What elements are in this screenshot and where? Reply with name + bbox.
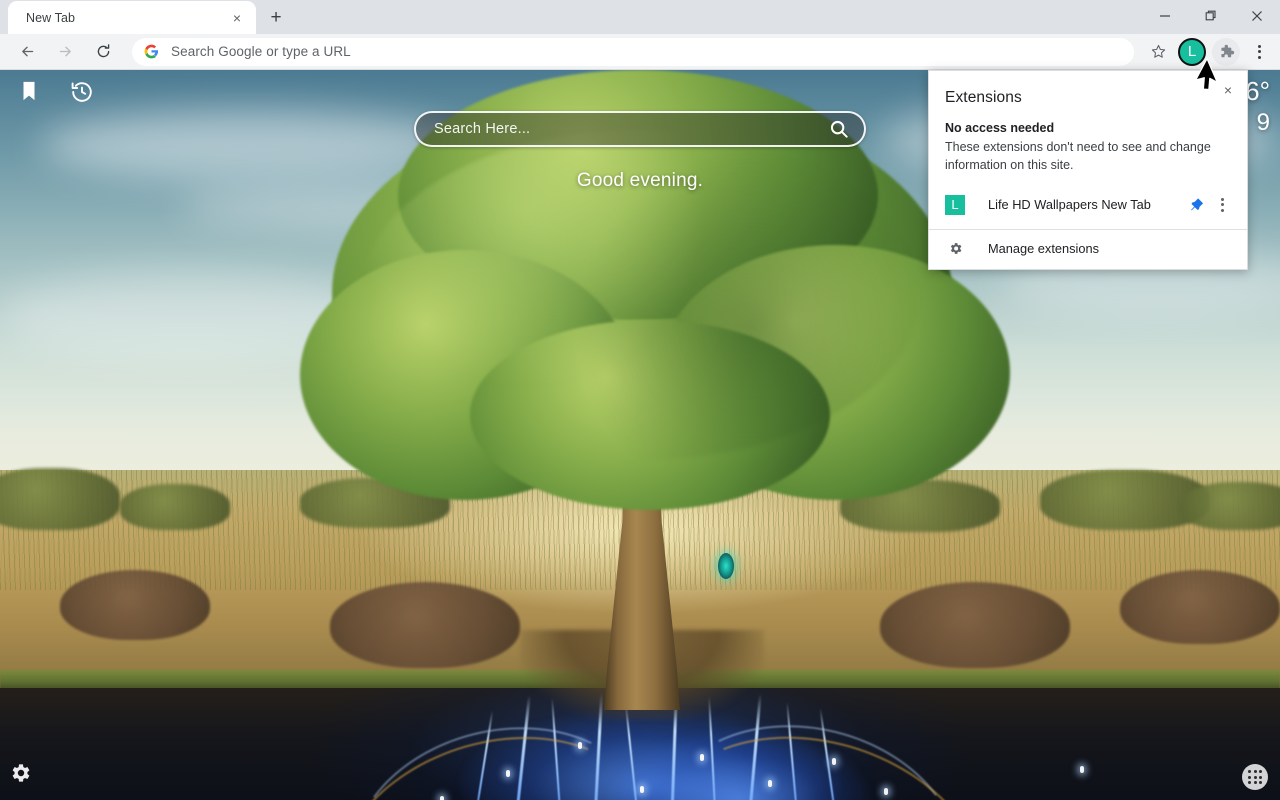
pin-icon[interactable] (1183, 197, 1209, 212)
tab-strip: New Tab × + (0, 0, 1280, 34)
google-g-icon (144, 44, 159, 59)
extension-icon-letter: L (1187, 43, 1197, 60)
address-bar-text: Search Google or type a URL (171, 44, 351, 59)
weather-secondary: 9 (1256, 109, 1270, 136)
extension-list-item[interactable]: L Life HD Wallpapers New Tab (929, 185, 1247, 225)
history-icon[interactable] (70, 80, 94, 109)
search-input[interactable]: Search Here... (414, 111, 866, 147)
tab-close-icon[interactable]: × (226, 7, 248, 29)
weather-temperature: 6° (1245, 76, 1270, 106)
window-controls (1142, 0, 1280, 32)
new-tab-search: Search Here... (414, 111, 866, 147)
star-icon[interactable] (1144, 38, 1172, 66)
address-bar[interactable]: Search Google or type a URL (132, 37, 1134, 66)
new-tab-button[interactable]: + (262, 3, 290, 31)
magnifier-icon[interactable] (828, 118, 850, 140)
extension-icon-letter: L (951, 197, 959, 212)
extension-life-hd-wallpapers-button[interactable]: L (1178, 37, 1206, 66)
minimize-button[interactable] (1142, 0, 1188, 32)
three-dot-menu-icon[interactable] (1246, 38, 1272, 66)
no-access-needed-heading: No access needed (945, 121, 1055, 135)
browser-toolbar: Search Google or type a URL L (0, 34, 1280, 70)
bookmark-icon[interactable] (18, 80, 40, 107)
manage-extensions-button[interactable]: Manage extensions (929, 230, 1247, 269)
extension-name: Life HD Wallpapers New Tab (988, 197, 1151, 212)
tree-eye (718, 553, 734, 579)
manage-extensions-label: Manage extensions (988, 240, 1099, 256)
extension-icon: L (945, 194, 965, 215)
close-icon[interactable]: × (1217, 79, 1239, 101)
extensions-popup-title: Extensions (945, 89, 1022, 106)
extensions-popup: × Extensions No access needed These exte… (928, 70, 1248, 270)
forward-icon[interactable] (51, 38, 79, 66)
tab-new-tab[interactable]: New Tab × (8, 1, 256, 34)
no-access-needed-description: These extensions don't need to see and c… (945, 140, 1211, 172)
apps-grid-icon[interactable] (1242, 764, 1268, 790)
gear-icon[interactable] (8, 761, 32, 790)
search-placeholder: Search Here... (434, 121, 531, 137)
gear-icon (945, 241, 965, 256)
tab-title: New Tab (26, 10, 76, 25)
weather-widget: 6° 9 (1245, 78, 1270, 141)
reload-icon[interactable] (89, 38, 117, 66)
maximize-button[interactable] (1188, 0, 1234, 32)
extension-item-menu-icon[interactable] (1209, 197, 1235, 212)
close-button[interactable] (1234, 0, 1280, 32)
browser-window: New Tab × + Search Google or type a URL … (0, 0, 1280, 800)
back-icon[interactable] (13, 38, 41, 66)
apps-grid-dots (1248, 770, 1262, 784)
puzzle-icon[interactable] (1212, 37, 1240, 66)
